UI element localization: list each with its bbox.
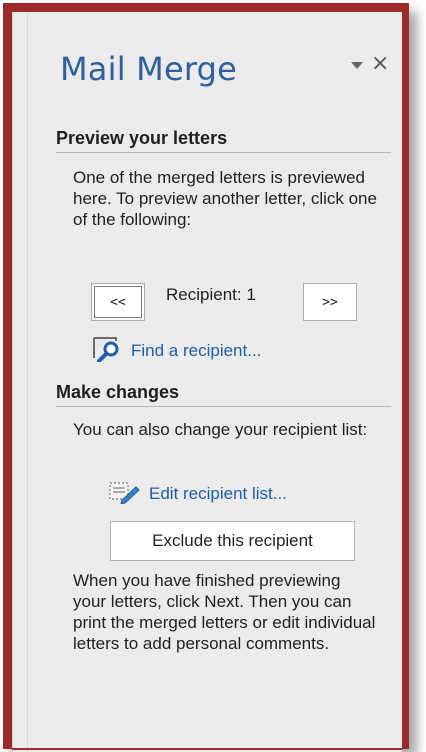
screenshot-frame: Mail Merge × Preview your letters One of… — [0, 0, 426, 752]
find-recipient-label[interactable]: Find a recipient... — [131, 341, 261, 361]
chevron-down-icon[interactable] — [351, 61, 363, 69]
frame-bottom-border — [12, 748, 402, 750]
make-changes-heading: Make changes — [56, 382, 391, 407]
exclude-recipient-button[interactable]: Exclude this recipient — [110, 521, 355, 561]
pane-title: Mail Merge — [60, 50, 238, 88]
recipient-indicator: Recipient: 1 — [166, 285, 256, 304]
edit-list-icon — [108, 480, 142, 508]
previous-recipient-button[interactable]: << — [91, 283, 145, 321]
make-changes-intro-text: You can also change your recipient list: — [73, 420, 368, 439]
finish-instructions-text: When you have finished previewing your l… — [73, 571, 376, 653]
close-icon[interactable]: × — [371, 53, 389, 75]
next-recipient-button[interactable]: >> — [303, 283, 357, 321]
find-recipient-link[interactable]: Find a recipient... — [92, 336, 261, 366]
pane-edge-line — [27, 12, 28, 752]
preview-heading: Preview your letters — [56, 128, 391, 153]
preview-intro-text: One of the merged letters is previewed h… — [73, 168, 377, 229]
edit-recipient-list-label[interactable]: Edit recipient list... — [149, 484, 287, 504]
edit-recipient-list-link[interactable]: Edit recipient list... — [108, 480, 287, 508]
pane-controls: × — [351, 53, 389, 75]
find-recipient-icon — [92, 336, 124, 366]
